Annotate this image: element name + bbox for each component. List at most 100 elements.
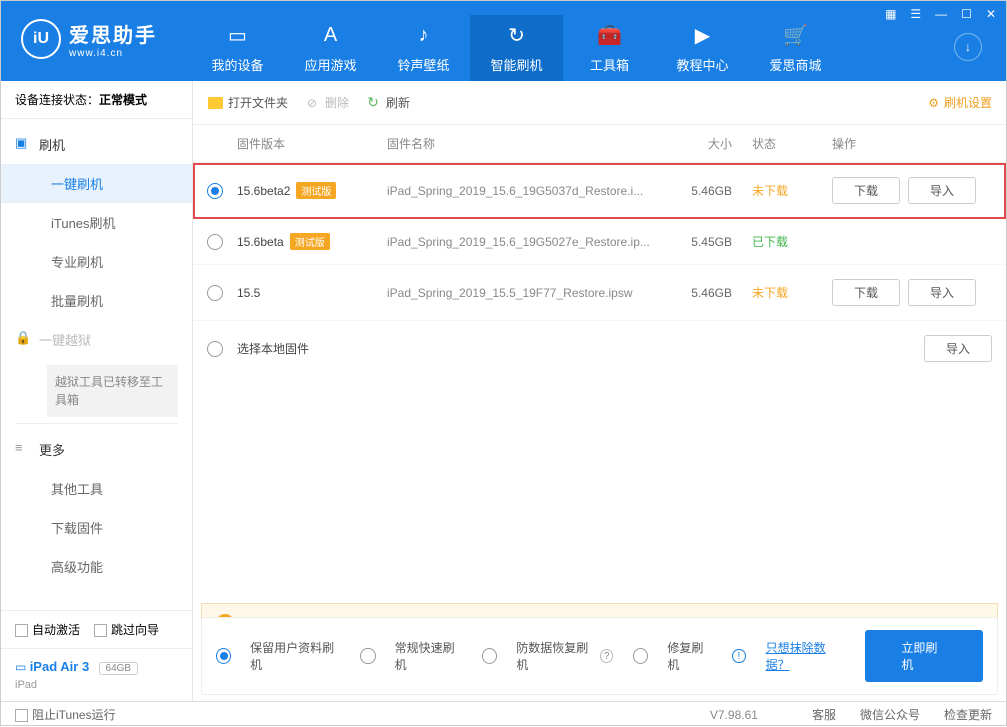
firmware-status: 未下载 (752, 284, 832, 301)
flash-opt-keep-data[interactable]: 保留用户资料刷机 (216, 639, 340, 673)
firmware-row[interactable]: 15.5 iPad_Spring_2019_15.5_19F77_Restore… (193, 265, 1006, 321)
folder-icon (208, 97, 223, 109)
sidebar-oneclick-flash[interactable]: 一键刷机 (1, 164, 192, 203)
flash-options-bar: 保留用户资料刷机 常规快速刷机 防数据恢复刷机? 修复刷机 ! 只想抹除数据？ … (201, 617, 998, 695)
firmware-radio[interactable] (207, 285, 223, 301)
logo-icon: iU (21, 19, 61, 59)
nav-my-device[interactable]: ▭我的设备 (191, 15, 284, 81)
more-icon: ≡ (15, 440, 23, 455)
skip-guide-checkbox[interactable]: 跳过向导 (94, 621, 159, 638)
sidebar-flash-group[interactable]: ▣刷机 (1, 125, 192, 164)
tutorial-icon: ▶ (656, 21, 749, 49)
sidebar-download-firmware[interactable]: 下载固件 (1, 508, 192, 547)
version-label: V7.98.61 (710, 708, 758, 722)
firmware-size: 5.46GB (672, 286, 752, 300)
beta-badge: 测试版 (290, 233, 330, 250)
lock-icon: 🔒 (15, 330, 31, 346)
nav-ringtones[interactable]: ♪铃声壁纸 (377, 15, 470, 81)
nav-tutorial[interactable]: ▶教程中心 (656, 15, 749, 81)
wechat-link[interactable]: 微信公众号 (860, 706, 920, 723)
close-icon[interactable]: ✕ (982, 5, 1000, 23)
logo: iU 爱思助手 www.i4.cn (21, 19, 157, 59)
grid-icon[interactable]: ▦ (881, 5, 900, 23)
music-icon: ♪ (377, 21, 470, 49)
menu-icon[interactable]: ☰ (906, 5, 925, 23)
firmware-status: 已下载 (752, 233, 832, 250)
connection-status: 设备连接状态：正常模式 (1, 81, 192, 119)
apps-icon: A (284, 21, 377, 49)
firmware-radio[interactable] (207, 183, 223, 199)
table-header: 固件版本 固件名称 大小 状态 操作 (193, 125, 1006, 163)
firmware-version: 15.6beta2测试版 (237, 182, 387, 199)
jailbreak-note: 越狱工具已转移至工具箱 (47, 365, 178, 417)
local-fw-radio[interactable] (207, 341, 223, 357)
nav-toolbox[interactable]: 🧰工具箱 (563, 15, 656, 81)
delete-button[interactable]: ⊘删除 (304, 94, 349, 111)
firmware-size: 5.45GB (672, 235, 752, 249)
sidebar-other-tools[interactable]: 其他工具 (1, 469, 192, 508)
block-itunes-checkbox[interactable]: 阻止iTunes运行 (15, 706, 116, 723)
download-button[interactable]: 下载 (832, 177, 900, 204)
open-folder-button[interactable]: 打开文件夹 (207, 94, 288, 111)
firmware-name: iPad_Spring_2019_15.5_19F77_Restore.ipsw (387, 286, 672, 300)
flash-group-icon: ▣ (15, 135, 27, 151)
firmware-version: 15.6beta测试版 (237, 233, 387, 250)
auto-activate-row: 自动激活 跳过向导 (1, 610, 192, 648)
beta-badge: 测试版 (296, 182, 336, 199)
sidebar-advanced[interactable]: 高级功能 (1, 547, 192, 586)
info-icon[interactable]: ! (732, 649, 745, 663)
delete-icon: ⊘ (304, 95, 320, 111)
nav-flash[interactable]: ↻智能刷机 (470, 15, 563, 81)
header: ▦ ☰ — ☐ ✕ iU 爱思助手 www.i4.cn ▭我的设备 A应用游戏 … (1, 1, 1006, 81)
firmware-row[interactable]: 15.6beta测试版 iPad_Spring_2019_15.6_19G502… (193, 219, 1006, 265)
titlebar-controls: ▦ ☰ — ☐ ✕ (881, 5, 1000, 23)
ipad-icon: ▭ (15, 660, 26, 674)
firmware-version: 15.5 (237, 286, 387, 300)
gear-icon: ⚙ (928, 96, 939, 110)
device-icon: ▭ (191, 21, 284, 49)
storage-badge: 64GB (99, 662, 139, 675)
sidebar-more-group[interactable]: ≡更多 (1, 430, 192, 469)
maximize-icon[interactable]: ☐ (957, 5, 976, 23)
sidebar-itunes-flash[interactable]: iTunes刷机 (1, 203, 192, 242)
sidebar-batch-flash[interactable]: 批量刷机 (1, 281, 192, 320)
firmware-name: iPad_Spring_2019_15.6_19G5037d_Restore.i… (387, 184, 672, 198)
sidebar: 设备连接状态：正常模式 ▣刷机 一键刷机 iTunes刷机 专业刷机 批量刷机 … (1, 81, 193, 701)
refresh-button[interactable]: ↻刷新 (365, 94, 410, 111)
download-button[interactable]: ↓ (954, 33, 982, 61)
flash-opt-anti-recovery[interactable]: 防数据恢复刷机? (482, 639, 613, 673)
footer: 阻止iTunes运行 V7.98.61 客服 微信公众号 检查更新 (1, 701, 1006, 727)
erase-data-link[interactable]: 只想抹除数据？ (766, 639, 846, 673)
import-local-button[interactable]: 导入 (924, 335, 992, 362)
nav-apps[interactable]: A应用游戏 (284, 15, 377, 81)
firmware-name: iPad_Spring_2019_15.6_19G5027e_Restore.i… (387, 235, 672, 249)
flash-opt-normal[interactable]: 常规快速刷机 (360, 639, 462, 673)
main-panel: 打开文件夹 ⊘删除 ↻刷新 ⚙刷机设置 固件版本 固件名称 大小 状态 操作 1… (193, 81, 1006, 701)
sidebar-jailbreak: 🔒一键越狱 (1, 320, 192, 359)
check-update-link[interactable]: 检查更新 (944, 706, 992, 723)
import-button[interactable]: 导入 (908, 177, 976, 204)
help-icon[interactable]: ? (600, 649, 613, 663)
download-button[interactable]: 下载 (832, 279, 900, 306)
app-url: www.i4.cn (69, 48, 157, 59)
support-link[interactable]: 客服 (812, 706, 836, 723)
firmware-status: 未下载 (752, 182, 832, 199)
flash-settings-button[interactable]: ⚙刷机设置 (928, 94, 992, 111)
flash-now-button[interactable]: 立即刷机 (865, 630, 983, 682)
toolbar: 打开文件夹 ⊘删除 ↻刷新 ⚙刷机设置 (193, 81, 1006, 125)
device-info[interactable]: ▭ iPad Air 3 64GB iPad (1, 648, 192, 701)
minimize-icon[interactable]: — (931, 5, 951, 23)
firmware-row[interactable]: 15.6beta2测试版 iPad_Spring_2019_15.6_19G50… (193, 163, 1006, 219)
auto-activate-checkbox[interactable]: 自动激活 (15, 621, 80, 638)
sidebar-pro-flash[interactable]: 专业刷机 (1, 242, 192, 281)
toolbox-icon: 🧰 (563, 21, 656, 49)
flash-icon: ↻ (470, 21, 563, 49)
flash-opt-repair[interactable]: 修复刷机 (633, 639, 712, 673)
store-icon: 🛒 (749, 21, 842, 49)
nav-store[interactable]: 🛒爱思商城 (749, 15, 842, 81)
app-title: 爱思助手 (69, 19, 157, 48)
nav-tabs: ▭我的设备 A应用游戏 ♪铃声壁纸 ↻智能刷机 🧰工具箱 ▶教程中心 🛒爱思商城 (191, 15, 842, 81)
import-button[interactable]: 导入 (908, 279, 976, 306)
firmware-radio[interactable] (207, 234, 223, 250)
firmware-size: 5.46GB (672, 184, 752, 198)
